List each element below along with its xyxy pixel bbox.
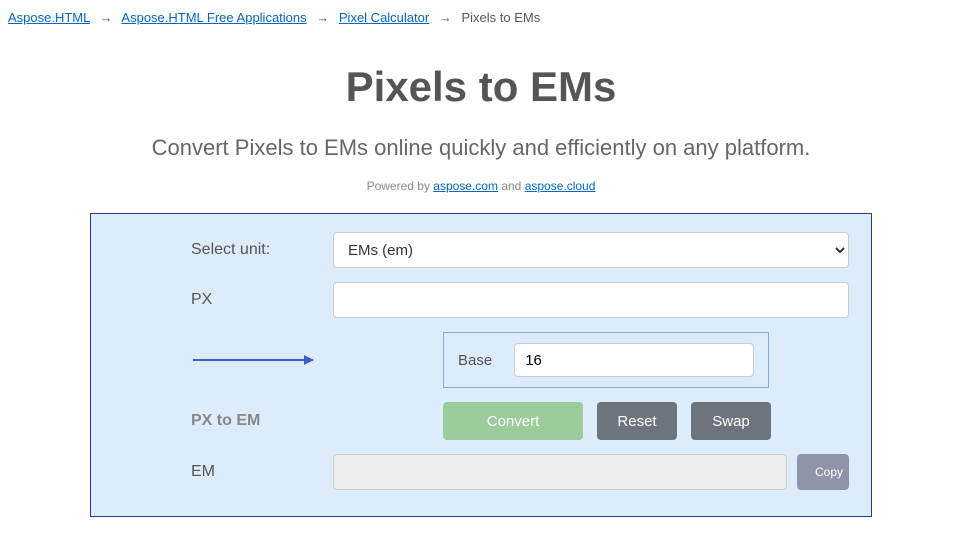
- em-output: [333, 454, 787, 490]
- page-title: Pixels to EMs: [0, 63, 962, 111]
- reset-button[interactable]: Reset: [597, 402, 677, 440]
- swap-button[interactable]: Swap: [691, 402, 771, 440]
- actions-row: PX to EM Convert Reset Swap: [113, 402, 849, 440]
- base-input[interactable]: [514, 343, 754, 377]
- base-box: Base: [443, 332, 769, 388]
- breadcrumb-current: Pixels to EMs: [461, 10, 540, 25]
- unit-select[interactable]: EMs (em): [333, 232, 849, 268]
- em-row: EM Copy: [113, 454, 849, 490]
- breadcrumb-link-free-apps[interactable]: Aspose.HTML Free Applications: [121, 10, 306, 25]
- base-label: Base: [458, 352, 492, 369]
- powered-prefix: Powered by: [367, 179, 434, 193]
- arrow-icon: [193, 359, 313, 361]
- arrow-icon: →: [439, 10, 452, 25]
- px-input[interactable]: [333, 282, 849, 318]
- select-unit-label: Select unit:: [113, 241, 333, 259]
- select-unit-row: Select unit: EMs (em): [113, 232, 849, 268]
- powered-link-aspose-com[interactable]: aspose.com: [433, 179, 498, 193]
- convert-button[interactable]: Convert: [443, 402, 583, 440]
- breadcrumb-link-pixel-calculator[interactable]: Pixel Calculator: [339, 10, 429, 25]
- page-subtitle: Convert Pixels to EMs online quickly and…: [0, 135, 962, 161]
- arrow-icon: →: [316, 10, 329, 25]
- arrow-icon: →: [100, 10, 113, 25]
- hero: Pixels to EMs Convert Pixels to EMs onli…: [0, 63, 962, 193]
- powered-by: Powered by aspose.com and aspose.cloud: [0, 179, 962, 193]
- copy-button[interactable]: Copy: [797, 454, 849, 490]
- em-label: EM: [113, 463, 333, 481]
- direction-label: PX to EM: [113, 412, 333, 430]
- powered-link-aspose-cloud[interactable]: aspose.cloud: [525, 179, 596, 193]
- px-label: PX: [113, 291, 333, 309]
- px-row: PX: [113, 282, 849, 318]
- breadcrumb-link-aspose-html[interactable]: Aspose.HTML: [8, 10, 90, 25]
- breadcrumb: Aspose.HTML → Aspose.HTML Free Applicati…: [0, 0, 962, 35]
- powered-and: and: [498, 179, 525, 193]
- base-row: Base: [113, 332, 849, 388]
- converter-panel: Select unit: EMs (em) PX Base PX to EM C…: [90, 213, 872, 517]
